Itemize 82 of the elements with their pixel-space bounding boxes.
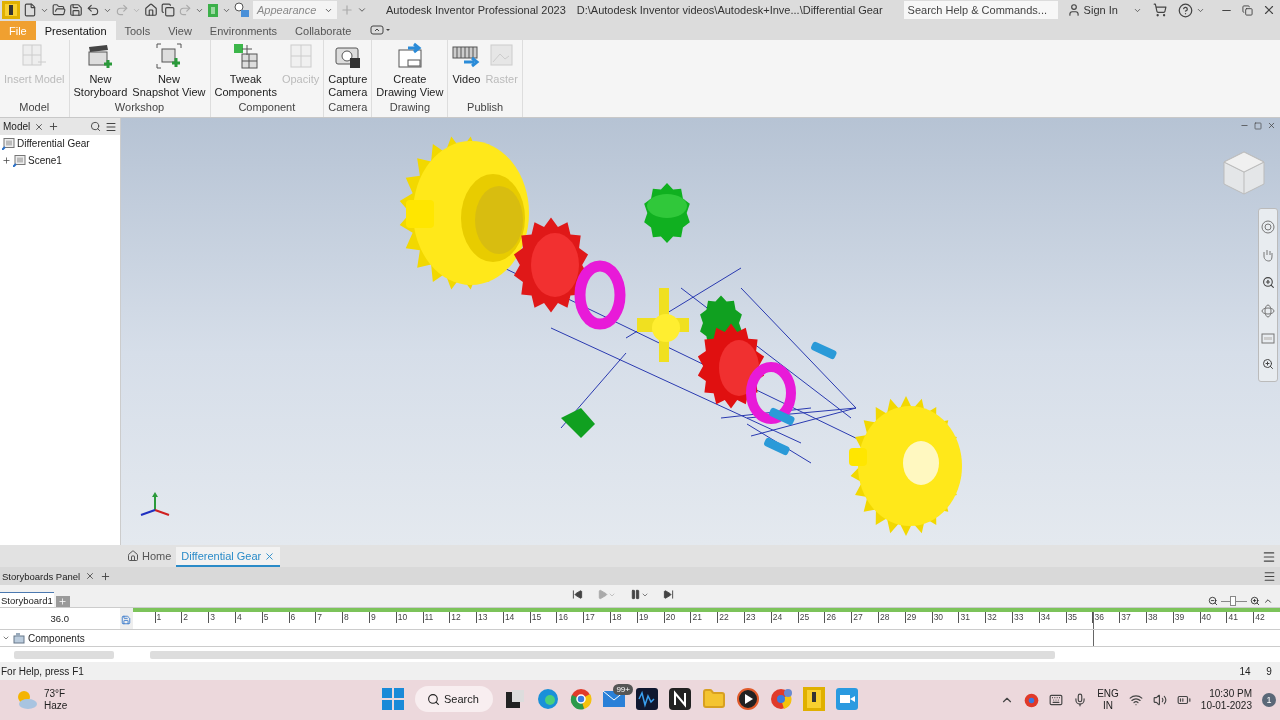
track-label: Components — [28, 632, 85, 644]
tick-label: 34 — [1038, 612, 1066, 623]
status-value: 14 — [1238, 665, 1252, 677]
tick-label: 30 — [931, 612, 959, 623]
browser-tab[interactable]: Model — [3, 121, 31, 132]
tick-label: 10 — [395, 612, 423, 623]
temperature: 73°F — [44, 688, 67, 700]
tick-label: 35 — [1065, 612, 1093, 623]
storyboard-tab[interactable]: Storyboard1 — [0, 592, 54, 607]
tick-label: 1 — [154, 612, 182, 623]
tick-label: 15 — [529, 612, 557, 623]
ribbon-button[interactable]: New Storyboard — [71, 42, 130, 101]
tick-label: 29 — [904, 612, 932, 623]
tick-label: 19 — [636, 612, 664, 623]
tick-label: 8 — [342, 612, 369, 623]
tick-label: 24 — [770, 612, 798, 623]
tick-label: 6 — [288, 612, 316, 623]
tree-item[interactable]: Scene1 — [28, 155, 62, 166]
ribbon-tab[interactable]: Collaborate — [286, 21, 361, 40]
notification-count[interactable]: 1 — [1262, 693, 1276, 707]
tick-label: 5 — [261, 612, 289, 623]
search-field[interactable]: Search Help & Commands... — [903, 1, 1058, 19]
group-label: Drawing — [388, 101, 432, 115]
window-title: Autodesk Inventor Professional 2023 — [386, 4, 566, 16]
tree-item[interactable]: Differential Gear — [17, 138, 90, 149]
document-tab[interactable]: Home — [122, 547, 177, 567]
tick-label: 28 — [878, 612, 905, 623]
tick-label: 25 — [797, 612, 825, 623]
file-path: D:\Autodesk Inventor videos\Autodesk+Inve...\Differential Gear — [576, 4, 883, 16]
status-value: 9 — [1265, 665, 1273, 677]
current-time: 36.0 — [49, 612, 71, 626]
clock-date[interactable]: 10-01-2023 — [1200, 700, 1252, 712]
tick-label: 9 — [368, 612, 396, 623]
taskbar-search[interactable]: Search — [415, 686, 493, 712]
group-label: Model — [18, 101, 51, 115]
ribbon-tab[interactable]: Tools — [115, 21, 160, 40]
tick-label: 27 — [851, 612, 879, 623]
ribbon-tab[interactable]: Presentation — [35, 21, 116, 40]
language-text[interactable]: ENG — [1097, 688, 1119, 700]
tick-label: 38 — [1146, 612, 1173, 623]
panel-title: Storyboards Panel — [2, 570, 81, 582]
tick-label: 17 — [583, 612, 611, 623]
tick-label: 31 — [958, 612, 986, 623]
tick-label: 33 — [1012, 612, 1039, 623]
group-label: Camera — [327, 101, 369, 115]
tick-label: 40 — [1199, 612, 1227, 623]
tick-label: 7 — [315, 612, 343, 623]
status-text: For Help, press F1 — [1, 665, 84, 677]
tick-label: 42 — [1253, 612, 1280, 623]
tick-label: 23 — [744, 612, 771, 623]
sign-in-link[interactable]: Sign In — [1083, 4, 1118, 16]
tick-label: 32 — [985, 612, 1013, 623]
tick-label: 13 — [476, 612, 503, 623]
ribbon-button[interactable]: New Snapshot View — [130, 42, 208, 101]
tick-label: 39 — [1172, 612, 1200, 623]
ribbon-button[interactable]: Video — [450, 42, 483, 101]
tick-label: 26 — [824, 612, 852, 623]
ribbon-button[interactable]: Tweak Components — [212, 42, 279, 101]
weather-text: Haze — [44, 700, 68, 712]
group-label: Workshop — [113, 101, 166, 115]
ribbon-button[interactable]: Capture Camera — [326, 42, 370, 101]
ribbon-tab[interactable]: Environments — [200, 21, 287, 40]
tick-label: 4 — [234, 612, 262, 623]
tick-label: 2 — [181, 612, 209, 623]
tick-label: 18 — [610, 612, 637, 623]
tick-label: 20 — [663, 612, 691, 623]
group-label: Publish — [466, 101, 505, 115]
tick-label: 21 — [690, 612, 718, 623]
tick-label: 37 — [1119, 612, 1146, 623]
ribbon-button[interactable]: Create Drawing View — [374, 42, 446, 101]
group-label: Component — [237, 101, 297, 115]
tick-label: 22 — [717, 612, 745, 623]
notification-badge: 99+ — [613, 684, 633, 695]
tick-label: 3 — [208, 612, 235, 623]
tick-label: 16 — [556, 612, 584, 623]
tick-label: 11 — [422, 612, 450, 623]
tick-label: 41 — [1226, 612, 1254, 623]
clock-time[interactable]: 10:30 PM — [1209, 688, 1252, 700]
region-text[interactable]: IN — [1103, 700, 1113, 712]
ribbon-tab[interactable]: View — [159, 21, 201, 40]
tick-label: 12 — [449, 612, 477, 623]
tick-label: 14 — [502, 612, 530, 623]
